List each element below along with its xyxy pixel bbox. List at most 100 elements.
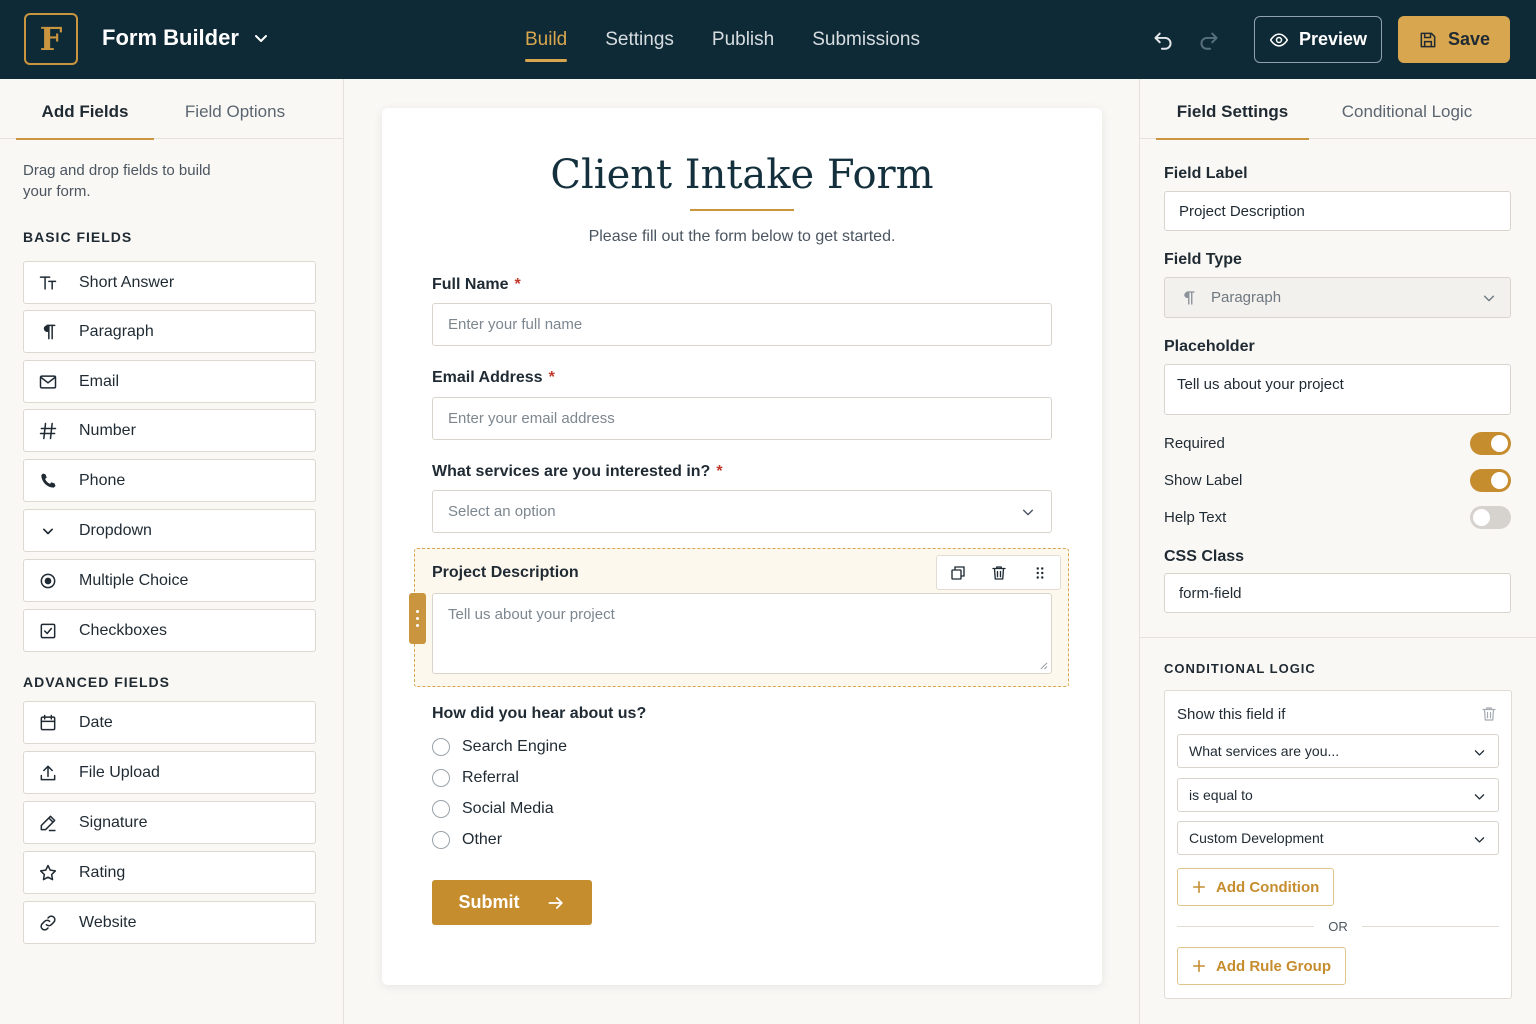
right-panel: Field Settings Conditional Logic Field L… xyxy=(1139,79,1536,1024)
field-multiple-choice[interactable]: Multiple Choice xyxy=(23,559,316,602)
floppy-disk-icon xyxy=(1420,32,1436,47)
logic-value-select[interactable]: Custom Development xyxy=(1177,821,1499,855)
required-toggle-row: Required xyxy=(1164,432,1511,455)
radio-button[interactable] xyxy=(432,800,450,818)
title-divider xyxy=(690,209,794,211)
css-class-title: CSS Class xyxy=(1164,548,1245,565)
app-logo[interactable]: F xyxy=(24,13,78,65)
help-text-toggle[interactable] xyxy=(1470,506,1511,529)
placeholder-input[interactable]: Tell us about your project xyxy=(1164,364,1511,415)
nav-submissions[interactable]: Submissions xyxy=(812,0,920,79)
field-date[interactable]: Date xyxy=(23,701,316,744)
or-separator: OR xyxy=(1177,919,1499,934)
paragraph-icon xyxy=(1184,290,1195,305)
required-mark: * xyxy=(514,276,521,293)
plus-icon xyxy=(1192,959,1206,973)
submit-label: Submit xyxy=(458,892,520,912)
email-placeholder: Enter your email address xyxy=(448,410,615,427)
tab-add-fields[interactable]: Add Fields xyxy=(16,79,154,140)
field-paragraph[interactable]: Paragraph xyxy=(23,310,316,353)
field-label: Paragraph xyxy=(79,322,154,340)
field-label-input[interactable]: Project Description xyxy=(1164,191,1511,231)
field-label: Dropdown xyxy=(79,521,152,539)
form-title[interactable]: Client Intake Form xyxy=(382,152,1102,198)
radio-option[interactable]: Search Engine xyxy=(432,738,567,756)
radio-option[interactable]: Referral xyxy=(432,769,519,787)
required-mark: * xyxy=(716,463,723,480)
radio-button[interactable] xyxy=(432,738,450,756)
placeholder-value: Tell us about your project xyxy=(1177,376,1344,393)
radio-option[interactable]: Social Media xyxy=(432,800,554,818)
field-checkboxes[interactable]: Checkboxes xyxy=(23,609,316,652)
field-number[interactable]: Number xyxy=(23,409,316,452)
nav-settings[interactable]: Settings xyxy=(605,0,674,79)
field-short-answer[interactable]: Short Answer xyxy=(23,261,316,304)
add-condition-button[interactable]: Add Condition xyxy=(1177,868,1335,906)
radio-option[interactable]: Other xyxy=(432,831,502,849)
field-phone[interactable]: Phone xyxy=(23,459,316,502)
css-class-input[interactable]: form-field xyxy=(1164,573,1511,613)
save-button[interactable]: Save xyxy=(1398,16,1510,63)
add-rule-group-button[interactable]: Add Rule Group xyxy=(1177,947,1346,985)
field-label: Multiple Choice xyxy=(79,571,189,589)
radio-button[interactable] xyxy=(432,831,450,849)
hash-icon xyxy=(24,421,72,441)
logic-field-select[interactable]: What services are you... xyxy=(1177,734,1499,768)
or-label: OR xyxy=(1328,919,1348,934)
add-condition-label: Add Condition xyxy=(1216,878,1320,896)
chevron-down-icon xyxy=(24,521,72,541)
trash-icon[interactable] xyxy=(1480,705,1498,723)
project-description-label: Project Description xyxy=(432,564,579,581)
field-website[interactable]: Website xyxy=(23,901,316,944)
logic-operator-value: is equal to xyxy=(1189,787,1253,803)
field-label: Rating xyxy=(79,863,126,881)
arrow-right-icon xyxy=(548,896,563,909)
heard-about-label: How did you hear about us? xyxy=(432,705,647,722)
duplicate-icon[interactable] xyxy=(949,564,967,582)
form-subtitle[interactable]: Please fill out the form below to get st… xyxy=(382,228,1102,246)
required-toggle[interactable] xyxy=(1470,432,1511,455)
field-email[interactable]: Email xyxy=(23,360,316,403)
calendar-icon xyxy=(24,713,72,733)
full-name-input[interactable]: Enter your full name xyxy=(432,303,1052,346)
nav-publish[interactable]: Publish xyxy=(712,0,774,79)
submit-button[interactable]: Submit xyxy=(432,880,592,925)
field-file-upload[interactable]: File Upload xyxy=(23,751,316,794)
logic-operator-select[interactable]: is equal to xyxy=(1177,778,1499,812)
field-signature[interactable]: Signature xyxy=(23,801,316,844)
radio-button[interactable] xyxy=(432,769,450,787)
nav-build[interactable]: Build xyxy=(525,0,568,79)
tab-conditional-logic[interactable]: Conditional Logic xyxy=(1332,79,1482,139)
show-label-toggle[interactable] xyxy=(1470,469,1511,492)
trash-icon[interactable] xyxy=(990,564,1008,582)
field-label: Number xyxy=(79,421,136,439)
chevron-down-icon xyxy=(1474,837,1485,843)
checkbox-icon xyxy=(24,621,72,641)
tab-field-options[interactable]: Field Options xyxy=(170,79,300,139)
drag-handle-icon[interactable] xyxy=(409,593,426,644)
email-input[interactable]: Enter your email address xyxy=(432,397,1052,440)
chevron-down-icon xyxy=(254,35,267,42)
field-dropdown[interactable]: Dropdown xyxy=(23,509,316,552)
project-placeholder: Tell us about your project xyxy=(448,606,615,623)
advanced-fields-heading: ADVANCED FIELDS xyxy=(23,674,170,690)
email-label-text: Email Address xyxy=(432,369,543,386)
field-rating[interactable]: Rating xyxy=(23,851,316,894)
show-label-toggle-row: Show Label xyxy=(1164,469,1511,492)
logo-letter: F xyxy=(39,20,63,58)
form-builder-menu[interactable]: Form Builder xyxy=(102,25,269,51)
field-type-select[interactable]: Paragraph xyxy=(1164,277,1511,318)
chevron-down-icon xyxy=(1474,794,1485,800)
preview-button[interactable]: Preview xyxy=(1254,16,1382,63)
move-grip-icon[interactable] xyxy=(1031,564,1049,582)
project-description-textarea[interactable]: Tell us about your project xyxy=(432,593,1052,674)
tab-field-settings[interactable]: Field Settings xyxy=(1156,79,1309,140)
undo-icon[interactable] xyxy=(1150,26,1176,52)
radio-icon xyxy=(24,571,72,591)
redo-icon[interactable] xyxy=(1196,26,1222,52)
field-type-title: Field Type xyxy=(1164,251,1242,268)
resize-grip-icon[interactable] xyxy=(1039,661,1048,670)
upload-icon xyxy=(24,763,72,783)
services-select[interactable]: Select an option xyxy=(432,490,1052,533)
required-mark: * xyxy=(548,369,555,386)
